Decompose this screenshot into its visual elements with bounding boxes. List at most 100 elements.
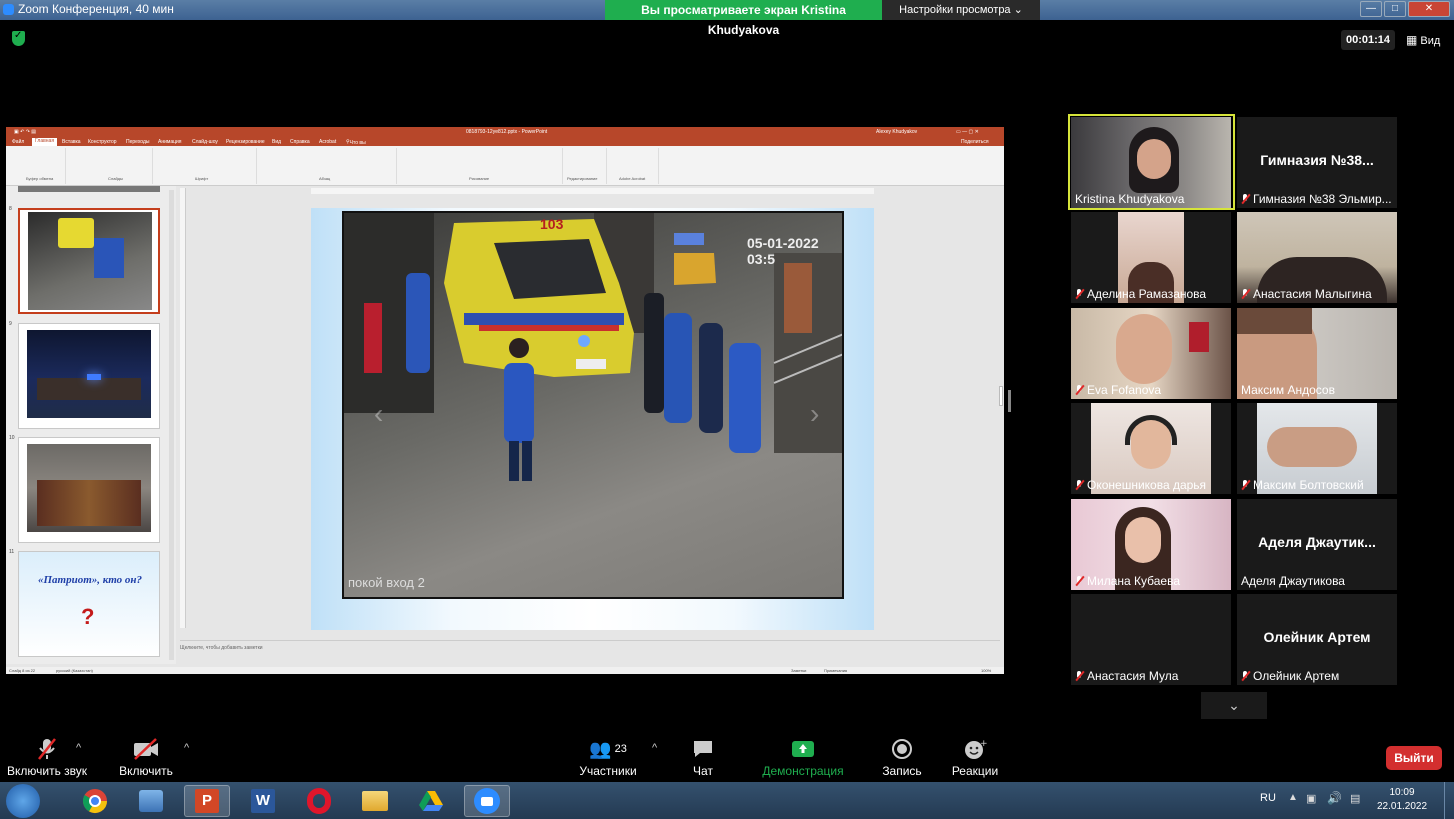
record-button[interactable]: Запись (880, 736, 924, 778)
tab-help[interactable]: Справка (290, 139, 310, 145)
view-options-dropdown[interactable]: Настройки просмотра ⌄ (882, 0, 1040, 20)
participant-tile-6[interactable]: Максим Андосов (1237, 308, 1397, 399)
ppt-workspace: 8 9 10 11 «Патриот», кто он? ? 05-01-202… (6, 186, 1004, 667)
tab-insert[interactable]: Вставка (62, 139, 81, 145)
status-zoom-level[interactable]: 100% (981, 668, 991, 673)
tab-review[interactable]: Рецензирование (226, 139, 265, 145)
view-button[interactable]: ▦ Вид (1406, 30, 1440, 51)
maximize-button[interactable]: □ (1384, 1, 1406, 17)
windows-start-icon[interactable] (6, 784, 40, 818)
participant-name: Олейник Артем (1253, 669, 1340, 683)
tray-action-center-icon[interactable]: ▤ (1350, 792, 1360, 805)
chevron-right-icon[interactable]: › (810, 398, 819, 430)
taskbar-app-chrome[interactable] (72, 785, 118, 817)
leave-button[interactable]: Выйти (1386, 746, 1442, 770)
participant-tile-11[interactable]: Анастасия Мула (1071, 594, 1231, 685)
participant-name: Оконешникова дарья (1087, 478, 1207, 492)
notes-pane[interactable]: Щелкните, чтобы добавить заметки (180, 640, 1000, 664)
minimize-button[interactable]: — (1360, 1, 1382, 17)
participant-tile-3[interactable]: Аделина Рамазанова (1071, 212, 1231, 303)
video-options-caret[interactable]: ^ (184, 742, 189, 754)
participant-tile-8[interactable]: Максим Болтовский (1237, 403, 1397, 494)
opera-icon (307, 788, 331, 814)
participants-button[interactable]: 👥 23 Участники (578, 736, 638, 779)
active-speaker-border (1068, 114, 1235, 210)
gallery-next-page-button[interactable]: ⌄ (1201, 692, 1267, 719)
mic-muted-icon (1075, 289, 1084, 299)
taskbar-app-drive[interactable] (408, 785, 454, 817)
tab-design[interactable]: Конструктор (88, 139, 117, 145)
participant-name: Максим Андосов (1241, 383, 1335, 397)
participant-display-name: Олейник Артем (1263, 629, 1371, 645)
participant-tile-12[interactable]: Олейник Артем Олейник Артем (1237, 594, 1397, 685)
ambulance-red-stripe (479, 325, 619, 331)
thumbnail-text: «Патриот», кто он? (38, 574, 142, 586)
tab-file[interactable]: Файл (12, 139, 24, 145)
participant-tile-2[interactable]: Гимназия №38... Гимназия №38 Эльмир... (1237, 117, 1397, 208)
ribbon-editing: Редактирование (565, 148, 607, 184)
ppt-share[interactable]: Поделиться (961, 139, 989, 145)
participant-tile-5[interactable]: Eva Fofanova (1071, 308, 1231, 399)
slide-thumbnails-pane: 8 9 10 11 «Патриот», кто он? ? (6, 186, 176, 664)
tray-volume-icon[interactable]: 🔊 (1327, 791, 1342, 805)
mic-muted-icon (1241, 194, 1250, 204)
tray-language[interactable]: RU (1260, 792, 1276, 804)
taskbar-app-word[interactable]: W (240, 785, 286, 817)
encryption-shield-icon[interactable] (12, 30, 25, 46)
status-comments-button[interactable]: Примечания (824, 668, 847, 673)
horizontal-ruler (311, 188, 874, 194)
ppt-titlebar: ▣ ↶ ↷ ▤ 0818793-12ye812.pptx - PowerPoin… (6, 127, 1004, 138)
taskbar-app-zoom[interactable] (464, 785, 510, 817)
tab-acrobat[interactable]: Acrobat (319, 139, 336, 145)
mic-muted-icon (1075, 480, 1084, 490)
tray-expand-icon[interactable]: ▲ (1288, 792, 1298, 803)
editor-scrollbar-thumb[interactable] (999, 386, 1003, 406)
chat-button[interactable]: Чат (683, 736, 723, 778)
reactions-label: Реакции (951, 764, 999, 778)
reactions-button[interactable]: + Реакции (950, 736, 1000, 778)
folder-icon (362, 791, 388, 811)
taskbar-app-opera[interactable] (296, 785, 342, 817)
status-notes-button[interactable]: Заметки (791, 668, 806, 673)
chevron-down-icon: ⌄ (1013, 4, 1023, 16)
thumbnails-scrollbar[interactable] (169, 190, 174, 660)
cctv-photo: 05-01-2022 03:5 103 покой вход 2 ‹ › (342, 211, 844, 599)
thumbnail-number: 9 (9, 321, 12, 327)
split-resize-handle[interactable] (1008, 390, 1011, 412)
thumbnail-slide-8[interactable] (18, 208, 160, 314)
tray-network-icon[interactable]: ▣ (1306, 792, 1316, 805)
tab-transitions[interactable]: Переходы (126, 139, 149, 145)
viewing-screen-banner: Вы просматриваете экран Kristina Khudyak… (605, 0, 882, 37)
ppt-search-hint[interactable]: ⚲ Что вы хотите сделать? (346, 139, 371, 158)
participants-label: Участники (579, 764, 637, 778)
thumbnail-slide-10[interactable] (18, 437, 160, 543)
cctv-timestamp: 05-01-2022 03:5 (747, 235, 819, 267)
tab-slideshow[interactable]: Слайд-шоу (192, 139, 218, 145)
taskbar-app-powerpoint[interactable]: P (184, 785, 230, 817)
participant-tile-7[interactable]: Оконешникова дарья (1071, 403, 1231, 494)
thumbnail-slide-11[interactable]: «Патриот», кто он? ? (18, 551, 160, 657)
shared-screen: ▣ ↶ ↷ ▤ 0818793-12ye812.pptx - PowerPoin… (6, 127, 1004, 674)
close-button[interactable]: ✕ (1408, 1, 1450, 17)
tray-clock[interactable]: 10:09 22.01.2022 (1377, 786, 1427, 814)
tab-home[interactable]: Главная (32, 138, 58, 146)
tab-view[interactable]: Вид (272, 139, 281, 145)
participants-options-caret[interactable]: ^ (652, 742, 657, 754)
participant-tile-10[interactable]: Аделя Джаутик... Аделя Джаутикова (1237, 499, 1397, 590)
slide-canvas[interactable]: 05-01-2022 03:5 103 покой вход 2 ‹ › (311, 208, 874, 630)
participant-tile-4[interactable]: Анастасия Малыгина (1237, 212, 1397, 303)
firefighters-shape (37, 480, 141, 526)
participant-name: Аделина Рамазанова (1087, 287, 1207, 301)
taskbar-app-photoviewer[interactable] (128, 785, 174, 817)
thumbnail-slide-9[interactable] (18, 323, 160, 429)
second-ambulance (674, 253, 716, 285)
audio-options-caret[interactable]: ^ (76, 742, 81, 754)
show-desktop-button[interactable] (1444, 782, 1454, 819)
tab-animations[interactable]: Анимация (158, 139, 181, 145)
participant-name: Милана Кубаева (1087, 574, 1180, 588)
chevron-left-icon[interactable]: ‹ (374, 398, 383, 430)
people-shape (94, 238, 124, 278)
taskbar-app-explorer[interactable] (352, 785, 398, 817)
participant-tile-9[interactable]: Милана Кубаева (1071, 499, 1231, 590)
view-options-label: Настройки просмотра (899, 4, 1011, 16)
